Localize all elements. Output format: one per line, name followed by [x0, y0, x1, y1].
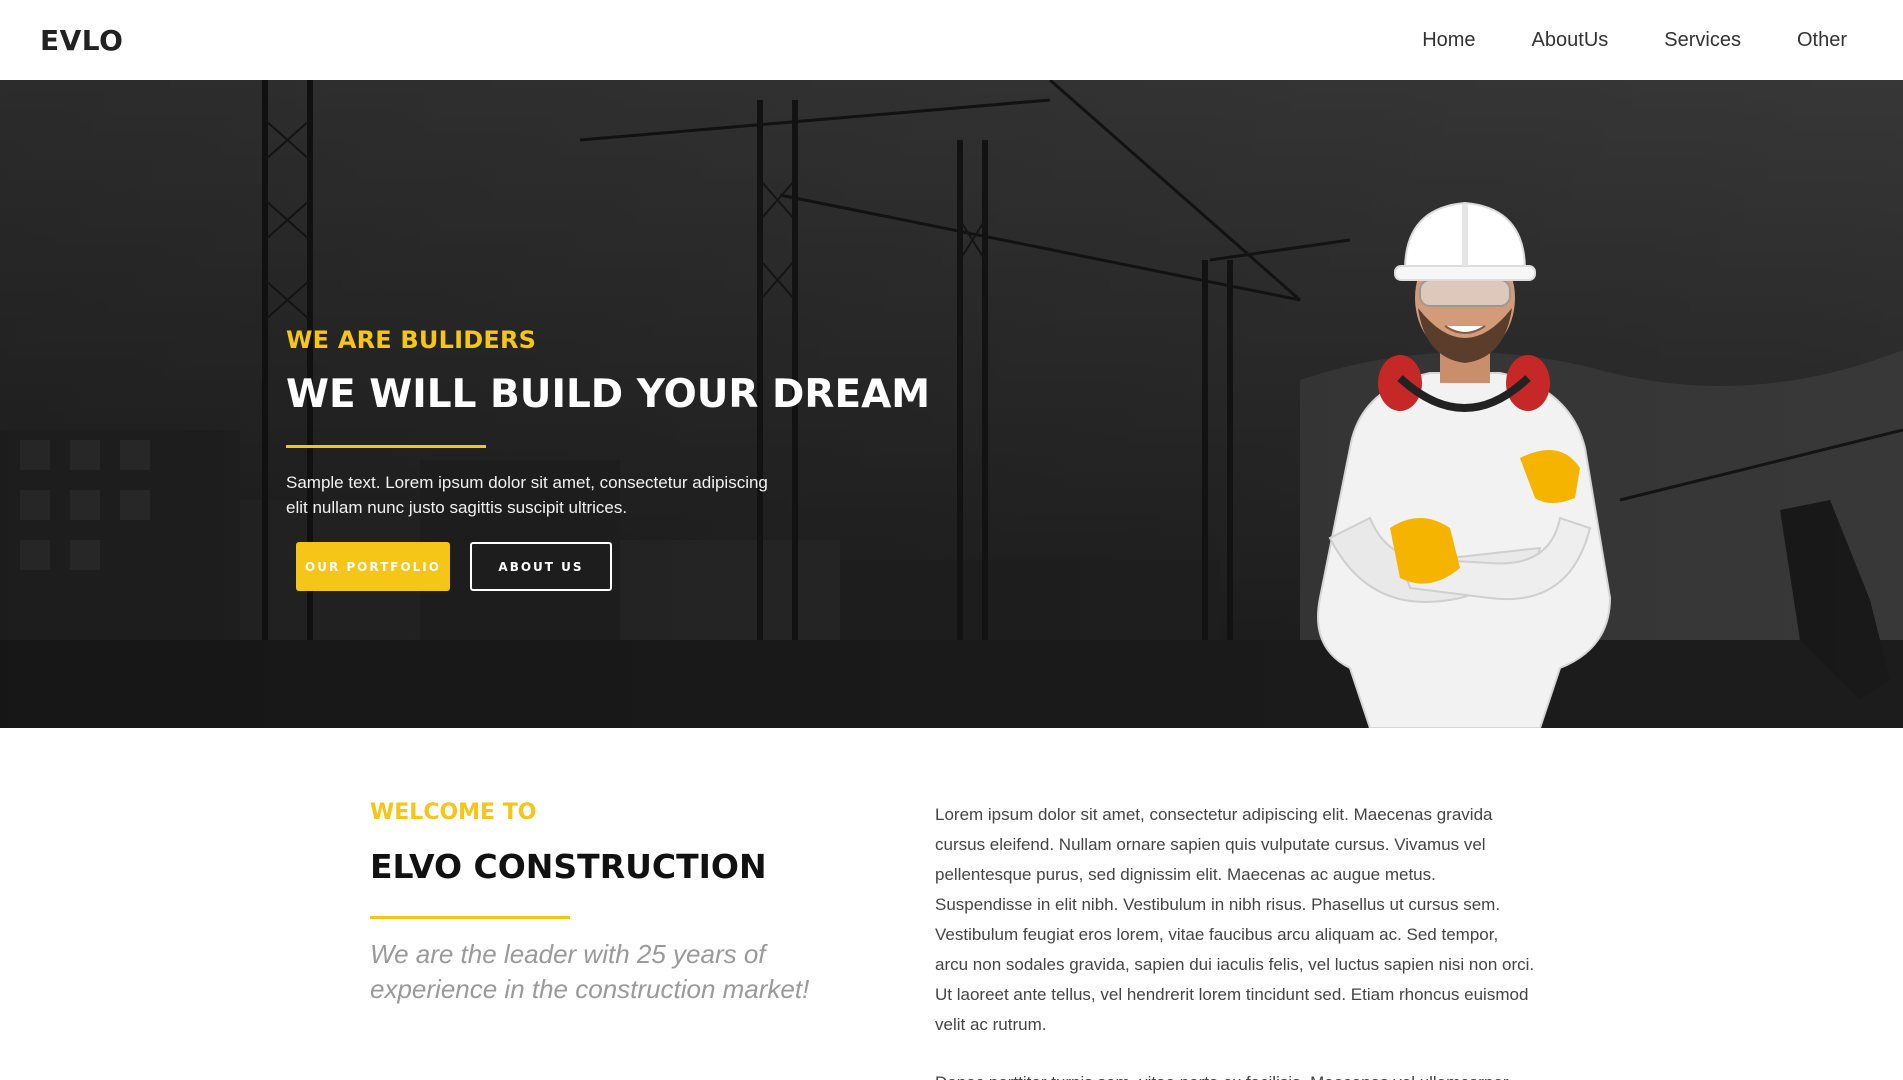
hero-eyebrow: WE ARE BULIDERS	[286, 326, 537, 354]
hero-buttons: OUR PORTFOLIO ABOUT US	[296, 542, 906, 591]
hero-divider	[286, 445, 486, 448]
about-quote: We are the leader with 25 years of exper…	[370, 939, 810, 1004]
hero-title: WE WILL BUILD YOUR DREAM	[286, 372, 931, 417]
nav-link-home[interactable]: Home	[1422, 29, 1475, 52]
about-intro: WELCOME TO ELVO CONSTRUCTION We are the …	[370, 800, 890, 1007]
about-eyebrow: WELCOME TO	[370, 800, 537, 825]
about-divider	[370, 916, 570, 919]
hero-description: Sample text. Lorem ipsum dolor sit amet,…	[286, 473, 768, 517]
about-body: Lorem ipsum dolor sit amet, consectetur …	[935, 800, 1535, 1080]
hero-content: WE ARE BULIDERS WE WILL BUILD YOUR DREAM…	[286, 326, 931, 591]
nav-link-services[interactable]: Services	[1664, 29, 1741, 52]
site-logo[interactable]: EVLO	[40, 24, 123, 57]
about-paragraph-1: Lorem ipsum dolor sit amet, consectetur …	[935, 805, 1535, 1034]
main-nav: Home AboutUs Services Other	[1422, 29, 1847, 52]
our-portfolio-button[interactable]: OUR PORTFOLIO	[296, 542, 450, 591]
nav-link-about-us[interactable]: AboutUs	[1532, 29, 1609, 52]
hero-section: WE ARE BULIDERS WE WILL BUILD YOUR DREAM…	[0, 80, 1903, 728]
about-title: ELVO CONSTRUCTION	[370, 847, 767, 886]
about-paragraph-2: Donec porttitor turpis sem, vitae porta …	[935, 1068, 1535, 1080]
construction-worker-image	[1317, 201, 1612, 728]
about-us-button[interactable]: ABOUT US	[470, 542, 612, 591]
nav-link-other[interactable]: Other	[1797, 29, 1847, 52]
site-header: EVLO Home AboutUs Services Other	[0, 0, 1903, 80]
